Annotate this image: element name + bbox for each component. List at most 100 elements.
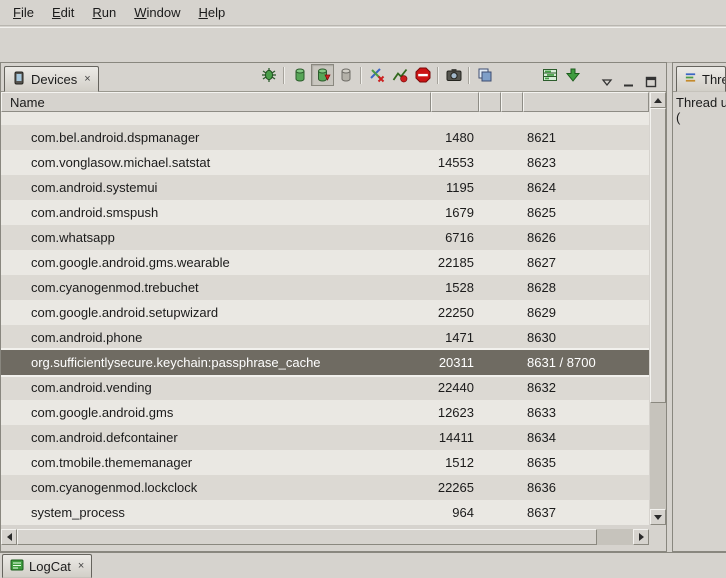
table-row[interactable]: com.whatsapp67168626 [1,225,649,250]
column-header-name[interactable]: Name [1,92,431,112]
table-row[interactable]: system_process9648637 [1,500,649,525]
cell-pid: 12623 [431,405,479,420]
devices-panel: Devices × Name com.bel.android.dspmanage… [0,62,667,552]
device-table-header: Name [1,92,649,112]
scroll-up-button[interactable] [650,92,666,108]
table-row[interactable]: com.cyanogenmod.lockclock222658636 [1,475,649,500]
bug-icon [261,67,277,83]
cell-port: 8631 / 8700 [523,355,649,370]
cell-port: 8621 [523,130,649,145]
cell-pid: 1480 [431,130,479,145]
devices-tab-close-icon[interactable]: × [84,73,90,85]
table-row[interactable]: org.sufficientlysecure.keychain:passphra… [1,350,649,375]
start-opengl-trace-button[interactable] [561,64,584,86]
cell-port: 8628 [523,280,649,295]
horizontal-scrollbar[interactable] [1,529,649,545]
arrow-left-icon [7,533,12,541]
table-row[interactable]: com.android.smspush16798625 [1,200,649,225]
threads-icon [369,67,385,83]
cell-pid: 1195 [431,180,479,195]
stop-process-button[interactable] [411,64,434,86]
scroll-down-button[interactable] [650,509,666,525]
debug-process-button[interactable] [257,64,280,86]
table-row[interactable]: com.cyanogenmod.trebuchet15288628 [1,275,649,300]
table-row[interactable]: com.google.android.gms.wearable221858627 [1,250,649,275]
cell-pid: 22440 [431,380,479,395]
cell-name: com.android.defcontainer [1,430,431,445]
cell-pid: 1679 [431,205,479,220]
cell-pid: 20311 [431,355,479,370]
table-row[interactable]: com.tmobile.thememanager15128635 [1,450,649,475]
table-row[interactable]: com.google.android.setupwizard222508629 [1,300,649,325]
cell-port: 8629 [523,305,649,320]
menu-file[interactable]: File [4,2,43,23]
vertical-scrollbar-thumb[interactable] [650,108,666,403]
layers-icon [477,67,493,83]
column-header-port[interactable] [523,92,649,112]
horizontal-scrollbar-thumb[interactable] [17,529,597,545]
table-row[interactable]: com.vonglasow.michael.satstat145538623 [1,150,649,175]
opengl-icon [565,67,581,83]
cell-name: com.android.phone [1,330,431,345]
column-header-1[interactable] [479,92,501,112]
cause-gc-button[interactable] [334,64,357,86]
device-icon [12,71,26,88]
stop-icon [415,67,431,83]
cell-name: com.google.android.gms [1,405,431,420]
column-header-pid[interactable] [431,92,479,112]
menu-run[interactable]: Run [83,2,125,23]
table-row[interactable]: com.android.systemui11958624 [1,175,649,200]
start-method-profiling-button[interactable] [388,64,411,86]
tab-threads[interactable]: Threa [676,66,726,92]
logcat-icon [10,558,24,575]
dump-hprof-button[interactable] [311,64,334,86]
tab-threads-label: Threa [702,72,726,87]
cell-pid: 22265 [431,480,479,495]
minimize-icon [623,76,635,88]
arrow-up-icon [654,98,662,103]
toolbar-separator [437,67,439,84]
table-row[interactable]: com.android.defcontainer14411 8634 [1,425,649,450]
scroll-right-button[interactable] [633,529,649,545]
capture-systrace-button[interactable] [538,64,561,86]
cell-pid: 1471 [431,330,479,345]
tab-logcat-label: LogCat [29,559,71,574]
screen-capture-button[interactable] [442,64,465,86]
gc-icon [338,67,354,83]
tab-logcat[interactable]: LogCat × [2,554,92,578]
cell-port: 8632 [523,380,649,395]
table-row[interactable]: com.android.vending22440 8632 [1,375,649,400]
view-menu-button[interactable] [600,75,614,89]
maximize-icon [645,76,657,88]
table-row[interactable]: com.google.android.gms126238633 [1,400,649,425]
table-row[interactable]: com.android.phone14718630 [1,325,649,350]
partial-row [1,112,649,125]
vertical-scrollbar[interactable] [650,92,666,525]
cell-pid: 1528 [431,280,479,295]
logcat-tab-close-icon[interactable]: × [78,560,84,572]
update-heap-button[interactable] [288,64,311,86]
table-row[interactable]: com.bel.android.dspmanager14808621 [1,125,649,150]
systrace-icon [542,67,558,83]
maximize-button[interactable] [644,75,658,89]
cell-name: com.android.vending [1,380,431,395]
menu-help[interactable]: Help [189,2,234,23]
cell-pid: 14411 [431,430,479,445]
cell-port: 8634 [523,430,649,445]
device-table-rows: com.bel.android.dspmanager14808621com.vo… [1,112,649,525]
toolbar-separator [468,67,470,84]
update-threads-button[interactable] [365,64,388,86]
cell-pid: 964 [431,505,479,520]
dump-view-hierarchy-button[interactable] [473,64,496,86]
cell-pid: 22250 [431,305,479,320]
tab-devices[interactable]: Devices × [4,66,99,92]
menu-window[interactable]: Window [125,2,189,23]
threads-message-line2: ( [676,110,723,125]
menu-edit[interactable]: Edit [43,2,83,23]
cell-pid: 1512 [431,455,479,470]
scroll-left-button[interactable] [1,529,17,545]
column-header-2[interactable] [501,92,523,112]
devices-panel-body: Name com.bel.android.dspmanager14808621c… [1,92,666,552]
minimize-button[interactable] [622,75,636,89]
arrow-right-icon [639,533,644,541]
